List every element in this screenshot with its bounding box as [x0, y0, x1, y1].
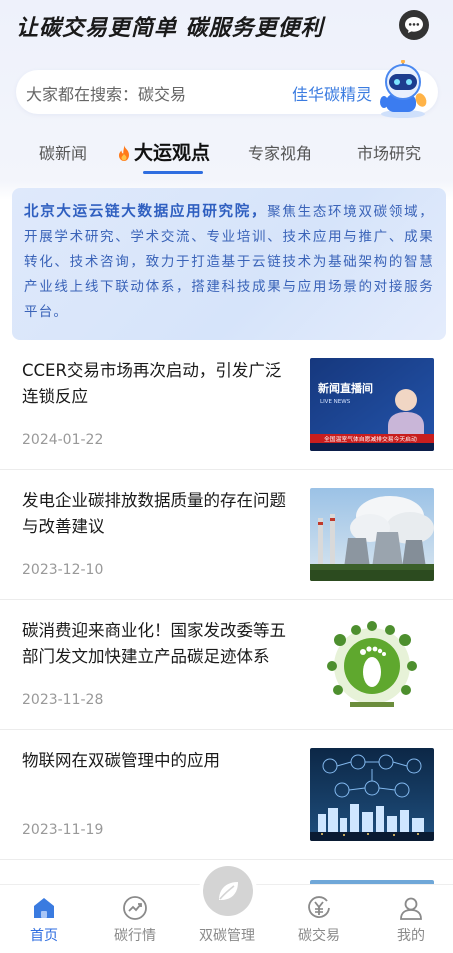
power-plant-image[interactable] [310, 488, 434, 581]
home-icon [34, 898, 54, 918]
nav-home[interactable]: 首页 [4, 895, 84, 945]
news-title[interactable]: 发电企业碳排放数据质量的存在问题与改善建议 [22, 488, 297, 540]
news-title[interactable]: 物联网在双碳管理中的应用 [22, 748, 297, 774]
thumb-caption: 新闻直播间 [318, 381, 373, 395]
slogan: 让碳交易更简单 碳服务更便利 [16, 16, 324, 41]
news-item[interactable]: 碳消费迎来商业化！国家发改委等五部门发文加快建立产品碳足迹体系 2023-11-… [0, 600, 453, 730]
chat-bubble-icon[interactable] [399, 10, 429, 40]
trend-icon [123, 896, 147, 920]
category-tabs: 碳新闻 大运观点 专家视角 市场研究 [0, 130, 453, 178]
news-date: 2024-01-22 [22, 432, 104, 448]
news-broadcast-image[interactable]: 新闻直播间 LIVE NEWS 全国温室气体自愿减排交易今天启动 [310, 358, 434, 451]
news-date: 2023-11-28 [22, 692, 104, 708]
active-tab-indicator [143, 171, 203, 174]
intro-org-name: 北京大运云链大数据应用研究院， [24, 204, 268, 220]
assistant-link[interactable]: 佳华碳精灵 [292, 81, 372, 105]
tab-expert-perspective[interactable]: 专家视角 [248, 140, 312, 164]
carbon-footprint-image[interactable] [310, 618, 434, 711]
news-date: 2023-12-10 [22, 562, 104, 578]
nav-home-label: 首页 [30, 928, 58, 944]
tab-dayun-views-label: 大运观点 [134, 142, 211, 164]
nav-profile[interactable]: 我的 [371, 895, 451, 945]
yen-coin-icon [308, 896, 330, 918]
nav-dual-carbon-label: 双碳管理 [199, 928, 255, 944]
thumb-ticker: 全国温室气体自愿减排交易今天启动 [324, 435, 417, 443]
user-icon [400, 897, 422, 920]
news-item[interactable]: 发电企业碳排放数据质量的存在问题与改善建议 2023-12-10 [0, 470, 453, 600]
nav-carbon-trading-label: 碳交易 [298, 928, 340, 944]
news-title[interactable]: CCER交易市场再次启动，引发广泛连锁反应 [22, 358, 297, 410]
thumb-subcaption: LIVE NEWS [320, 399, 351, 405]
news-date: 2023-11-19 [22, 822, 104, 838]
search-input[interactable]: 大家都在搜索：碳交易 [26, 81, 186, 105]
nav-carbon-trading[interactable]: 碳交易 [279, 895, 359, 945]
intro-body: 聚焦生态环境双碳领域，开展学术研究、学术交流、专业培训、技术应用与推广、成果转化… [24, 204, 435, 320]
nav-dual-carbon[interactable]: 双碳管理 [187, 913, 267, 945]
leaf-icon[interactable] [203, 866, 253, 916]
news-item[interactable]: CCER交易市场再次启动，引发广泛连锁反应 2024-01-22 新闻直播间 L… [0, 340, 453, 470]
nav-carbon-market-label: 碳行情 [114, 928, 156, 944]
tab-dayun-views[interactable]: 大运观点 [117, 138, 210, 165]
nav-profile-label: 我的 [397, 928, 425, 944]
tab-market-research[interactable]: 市场研究 [357, 140, 421, 164]
iot-city-image[interactable] [310, 748, 434, 841]
nav-carbon-market[interactable]: 碳行情 [95, 895, 175, 945]
intro-card: 北京大运云链大数据应用研究院，聚焦生态环境双碳领域，开展学术研究、学术交流、专业… [12, 188, 446, 340]
news-item[interactable]: 物联网在双碳管理中的应用 2023-11-19 [0, 730, 453, 860]
news-title[interactable]: 碳消费迎来商业化！国家发改委等五部门发文加快建立产品碳足迹体系 [22, 618, 297, 670]
robot-icon[interactable] [370, 59, 436, 120]
tab-carbon-news[interactable]: 碳新闻 [39, 140, 87, 164]
app-header: 让碳交易更简单 碳服务更便利 [0, 0, 453, 60]
fire-icon [119, 145, 129, 161]
